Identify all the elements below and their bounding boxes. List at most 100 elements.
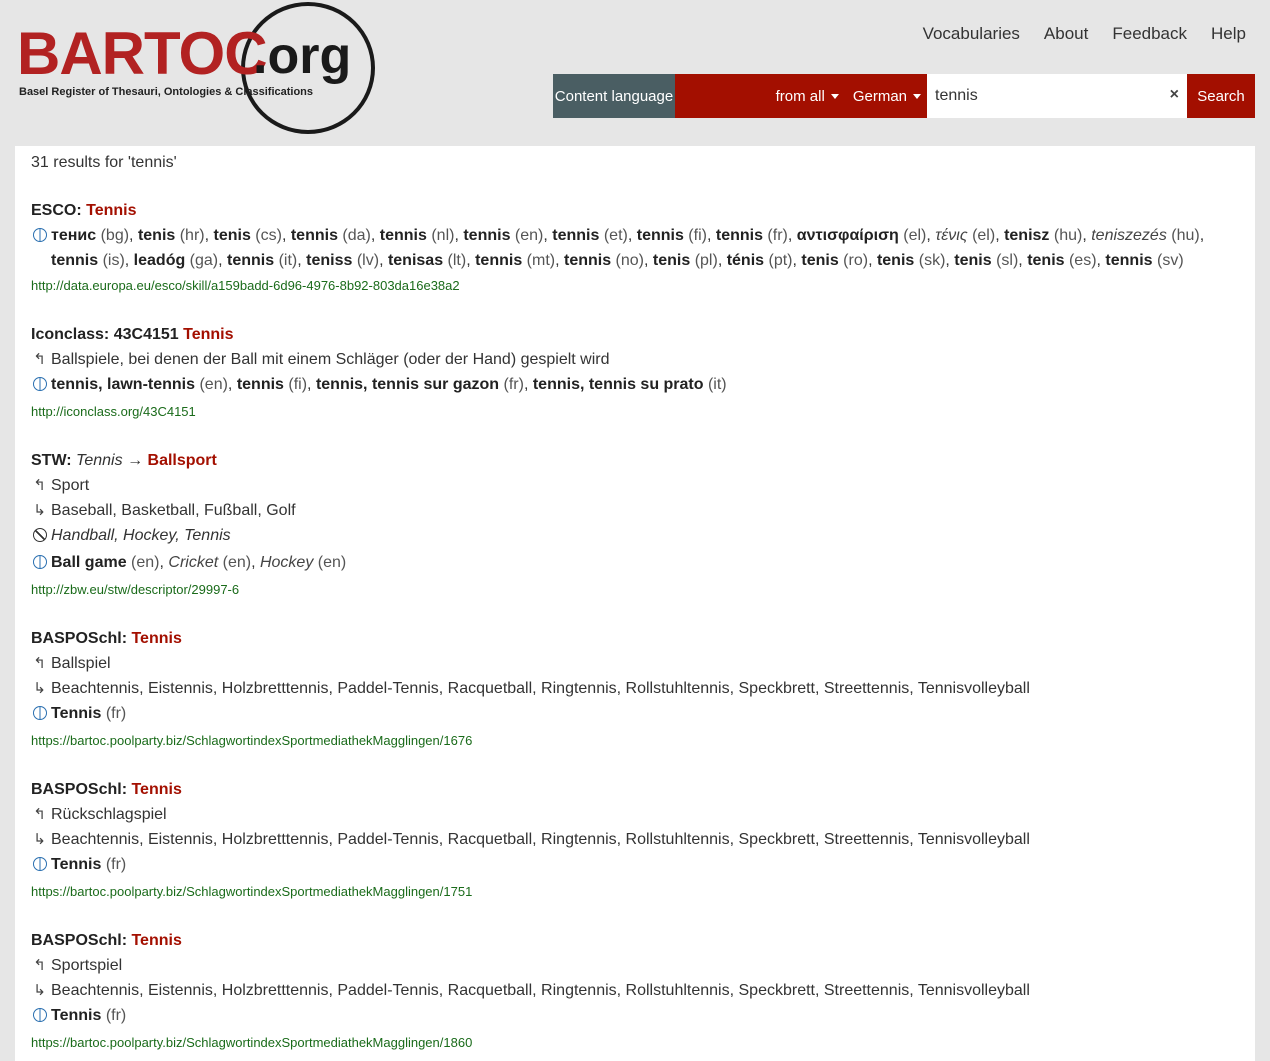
labels-list: тенис (bg), tenis (hr), tenis (cs), tenn…	[51, 227, 1205, 269]
result-title: ESCO: Tennis	[31, 198, 1239, 223]
label-language: (fr)	[762, 227, 788, 244]
label-language: (en)	[195, 376, 228, 393]
hidden-labels-row: Handball, Hockey, Tennis	[31, 523, 1239, 550]
concept-uri[interactable]: http://iconclass.org/43C4151	[31, 399, 1239, 424]
search-button[interactable]: Search	[1187, 74, 1255, 118]
globe-icon	[31, 701, 48, 728]
header: BARTOC .org Basel Register of Thesauri, …	[0, 0, 1270, 146]
top-nav: Vocabularies About Feedback Help	[923, 24, 1246, 44]
nav-vocabularies[interactable]: Vocabularies	[923, 24, 1020, 44]
broader-row: ↰ Rückschlagspiel	[31, 802, 1239, 827]
search-input[interactable]	[927, 86, 1157, 106]
label-term: tennis, tennis su prato	[532, 376, 704, 393]
bartoc-logo[interactable]: BARTOC .org Basel Register of Thesauri, …	[17, 0, 375, 140]
arrow-up-left-icon: ↰	[33, 351, 46, 368]
label-language: (cs)	[250, 227, 282, 244]
label-term: тенис	[51, 227, 97, 244]
language-dropdown[interactable]: German	[853, 88, 921, 105]
label-term: tenis	[876, 252, 915, 269]
arrow-down-right-icon: ↳	[33, 831, 46, 848]
concept-uri[interactable]: https://bartoc.poolparty.biz/Schlagworti…	[31, 879, 1239, 904]
narrower-concepts[interactable]: Baseball, Basketball, Fußball, Golf	[51, 498, 296, 523]
labels-list: Tennis (fr)	[51, 701, 126, 726]
label-language: (no)	[611, 252, 645, 269]
globe-icon	[31, 1003, 48, 1030]
label-term: tennis	[51, 252, 99, 269]
language-dropdown-label: German	[852, 87, 907, 105]
label-term: tenis	[954, 252, 992, 269]
chevron-down-icon	[830, 94, 839, 100]
vocab-name: BASPOSchl:	[31, 630, 128, 647]
hidden-labels: Handball, Hockey, Tennis	[51, 527, 231, 544]
label-term: Cricket	[168, 554, 219, 571]
arrow-up-left-icon: ↰	[33, 655, 46, 672]
logo-suffix: .org	[253, 27, 352, 85]
labels-row: Tennis (fr)	[31, 852, 1239, 879]
results-panel: 31 results for 'tennis' ESCO: Tennis тен…	[15, 146, 1255, 1061]
globe-icon	[31, 223, 48, 250]
label-language: (sk)	[914, 252, 946, 269]
arrow-right-icon: →	[127, 452, 144, 469]
label-term: Tennis	[51, 856, 102, 873]
result-item: BASPOSchl: Tennis ↰ Sportspiel ↳ Beachte…	[31, 928, 1239, 1055]
label-term: tennis	[475, 252, 523, 269]
label-term: tennis, lawn-tennis	[51, 376, 196, 393]
from-dropdown-label: from all	[775, 87, 825, 105]
globe-icon	[31, 852, 48, 879]
label-term: ténis	[726, 252, 765, 269]
labels-row: Tennis (fr)	[31, 701, 1239, 728]
label-language: (fr)	[499, 376, 524, 393]
label-language: (et)	[599, 227, 628, 244]
search-filters: from all German	[675, 74, 927, 118]
concept-uri[interactable]: https://bartoc.poolparty.biz/Schlagworti…	[31, 728, 1239, 753]
concept-link[interactable]: Tennis	[86, 202, 136, 219]
narrower-row: ↳ Beachtennis, Eistennis, Holzbretttenni…	[31, 827, 1239, 852]
label-language: (hu)	[1166, 227, 1200, 244]
alt-term: Tennis	[76, 452, 123, 469]
result-title: BASPOSchl: Tennis	[31, 777, 1239, 802]
vocab-name: BASPOSchl:	[31, 932, 128, 949]
concept-link[interactable]: Tennis	[131, 781, 181, 798]
label-language: (da)	[337, 227, 371, 244]
broader-row: ↰ Sport	[31, 473, 1239, 498]
label-term: tennis	[227, 252, 275, 269]
label-term: tennis	[563, 252, 612, 269]
from-dropdown[interactable]: from all	[776, 88, 839, 105]
label-term: teniss	[306, 252, 353, 269]
labels-list: tennis, lawn-tennis (en), tennis (fi), t…	[51, 376, 727, 393]
broader-concept[interactable]: Ballspiele, bei denen der Ball mit einem…	[51, 347, 610, 372]
nav-feedback[interactable]: Feedback	[1112, 24, 1187, 44]
label-language: (pt)	[764, 252, 793, 269]
broader-concept[interactable]: Ballspiel	[51, 651, 111, 676]
nav-help[interactable]: Help	[1211, 24, 1246, 44]
labels-row: тенис (bg), tenis (hr), tenis (cs), tenn…	[31, 223, 1239, 273]
nav-about[interactable]: About	[1044, 24, 1088, 44]
narrower-concepts[interactable]: Beachtennis, Eistennis, Holzbretttennis,…	[51, 676, 1030, 701]
arrow-down-right-icon: ↳	[33, 982, 46, 999]
result-item: STW: Tennis → Ballsport ↰ Sport ↳ Baseba…	[31, 448, 1239, 602]
concept-link[interactable]: Tennis	[131, 932, 181, 949]
content-language-label: Content language	[553, 74, 675, 118]
chevron-down-icon	[913, 94, 921, 100]
concept-uri[interactable]: http://data.europa.eu/esco/skill/a159bad…	[31, 273, 1239, 298]
broader-row: ↰ Ballspiele, bei denen der Ball mit ein…	[31, 347, 1239, 372]
result-item: Iconclass: 43C4151 Tennis ↰ Ballspiele, …	[31, 322, 1239, 424]
broader-concept[interactable]: Sport	[51, 473, 89, 498]
narrower-row: ↳ Baseball, Basketball, Fußball, Golf	[31, 498, 1239, 523]
label-term: tenis	[652, 252, 691, 269]
concept-link[interactable]: Ballsport	[148, 452, 217, 469]
concept-uri[interactable]: https://bartoc.poolparty.biz/Schlagworti…	[31, 1030, 1239, 1055]
broader-concept[interactable]: Rückschlagspiel	[51, 802, 167, 827]
concept-link[interactable]: Tennis	[183, 326, 233, 343]
result-item: BASPOSchl: Tennis ↰ Ballspiel ↳ Beachten…	[31, 626, 1239, 753]
vocab-name: BASPOSchl:	[31, 781, 128, 798]
narrower-concepts[interactable]: Beachtennis, Eistennis, Holzbretttennis,…	[51, 978, 1030, 1003]
concept-link[interactable]: Tennis	[131, 630, 181, 647]
search-bar: Content language from all German × Searc…	[553, 74, 1255, 118]
broader-concept[interactable]: Sportspiel	[51, 953, 122, 978]
labels-list: Tennis (fr)	[51, 1003, 126, 1028]
clear-icon[interactable]: ×	[1170, 86, 1179, 104]
concept-uri[interactable]: http://zbw.eu/stw/descriptor/29997-6	[31, 577, 1239, 602]
label-term: teniszezés	[1091, 227, 1167, 244]
narrower-concepts[interactable]: Beachtennis, Eistennis, Holzbretttennis,…	[51, 827, 1030, 852]
